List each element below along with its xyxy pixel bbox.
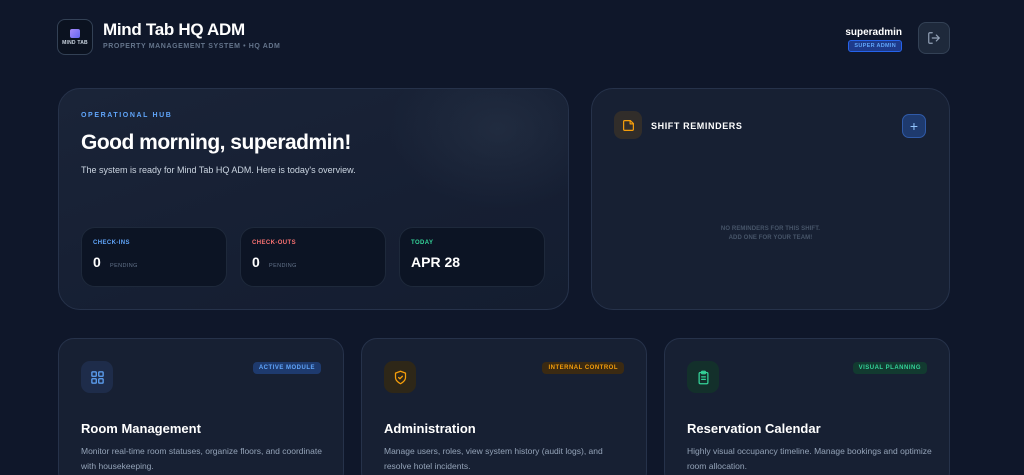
module-reservation-calendar[interactable]: VISUAL PLANNING Reservation Calendar Hig… bbox=[664, 338, 950, 475]
reminders-empty-state: NO REMINDERS FOR THIS SHIFT. ADD ONE FOR… bbox=[592, 225, 949, 243]
module-badge: VISUAL PLANNING bbox=[852, 362, 927, 374]
app-subtitle: PROPERTY MANAGEMENT SYSTEM • HQ ADM bbox=[103, 43, 281, 50]
stat-value: 0 bbox=[252, 254, 260, 270]
module-room-management[interactable]: ACTIVE MODULE Room Management Monitor re… bbox=[58, 338, 344, 475]
module-badge: INTERNAL CONTROL bbox=[542, 362, 624, 374]
stat-label: CHECK-OUTS bbox=[252, 240, 296, 246]
logo-cube-icon bbox=[70, 28, 80, 38]
clipboard-icon bbox=[687, 361, 719, 393]
checkins-stat: CHECK-INS 0 PENDING bbox=[81, 227, 227, 287]
user-name: superadmin bbox=[845, 27, 902, 38]
app-header: MIND TAB Mind Tab HQ ADM PROPERTY MANAGE… bbox=[0, 0, 1024, 76]
stat-value: 0 bbox=[93, 254, 101, 270]
grid-icon bbox=[81, 361, 113, 393]
logo-text: MIND TAB bbox=[62, 39, 88, 46]
operational-hub-card: OPERATIONAL HUB Good morning, superadmin… bbox=[58, 88, 569, 310]
greeting-heading: Good morning, superadmin! bbox=[81, 131, 351, 154]
hub-glow-decoration bbox=[388, 89, 568, 209]
module-badge: ACTIVE MODULE bbox=[252, 362, 321, 374]
add-reminder-button[interactable]: + bbox=[902, 114, 926, 138]
module-title: Administration bbox=[384, 421, 476, 436]
logout-icon bbox=[928, 32, 940, 44]
checkouts-stat: CHECK-OUTS 0 PENDING bbox=[240, 227, 386, 287]
stat-label: CHECK-INS bbox=[93, 240, 130, 246]
stat-value: APR 28 bbox=[411, 254, 461, 270]
logout-button[interactable] bbox=[918, 22, 950, 54]
module-administration[interactable]: INTERNAL CONTROL Administration Manage u… bbox=[361, 338, 647, 475]
stat-sub: PENDING bbox=[110, 263, 138, 269]
module-title: Reservation Calendar bbox=[687, 421, 821, 436]
shift-reminders-card: SHIFT REMINDERS + NO REMINDERS FOR THIS … bbox=[591, 88, 950, 310]
module-title: Room Management bbox=[81, 421, 201, 436]
stat-sub: PENDING bbox=[269, 263, 297, 269]
user-role-badge: SUPER ADMIN bbox=[848, 40, 902, 52]
module-description: Monitor real-time room statuses, organiz… bbox=[81, 446, 322, 471]
stat-label: TODAY bbox=[411, 240, 434, 246]
shield-icon bbox=[384, 361, 416, 393]
note-icon bbox=[614, 111, 642, 139]
app-logo[interactable]: MIND TAB bbox=[57, 19, 93, 55]
hub-eyebrow: OPERATIONAL HUB bbox=[81, 112, 173, 119]
hub-description: The system is ready for Mind Tab HQ ADM.… bbox=[81, 165, 356, 175]
module-description: Manage users, roles, view system history… bbox=[384, 446, 603, 471]
today-stat: TODAY APR 28 bbox=[399, 227, 545, 287]
empty-line: NO REMINDERS FOR THIS SHIFT. bbox=[720, 226, 821, 232]
app-title: Mind Tab HQ ADM bbox=[103, 20, 245, 39]
reminders-title: SHIFT REMINDERS bbox=[651, 121, 743, 131]
module-description: Highly visual occupancy timeline. Manage… bbox=[687, 446, 932, 471]
empty-line: ADD ONE FOR YOUR TEAM! bbox=[728, 235, 813, 241]
